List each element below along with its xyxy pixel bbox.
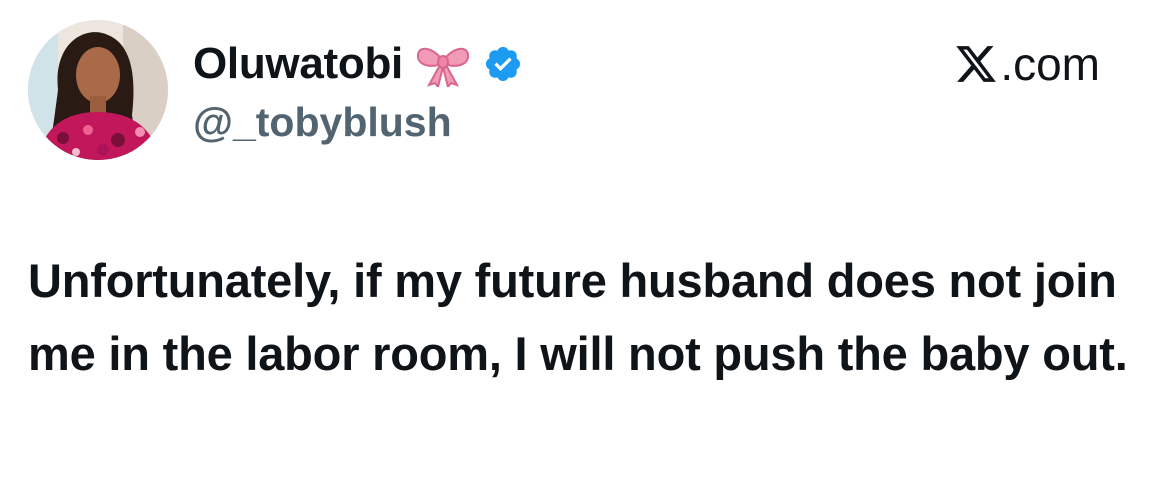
author-display-name[interactable]: Oluwatobi xyxy=(193,36,403,92)
author-name-row: Oluwatobi xyxy=(193,32,523,96)
verified-badge-icon[interactable] xyxy=(483,44,523,84)
x-logo-icon xyxy=(954,42,998,86)
platform-domain-text: .com xyxy=(1000,38,1100,90)
author-handle[interactable]: @_tobyblush xyxy=(193,96,452,148)
tweet-card: Oluwatobi @_tobyblush .com Unfortunately… xyxy=(0,0,1170,491)
ribbon-bow-icon xyxy=(415,41,471,87)
tweet-text: Unfortunately, if my future husband does… xyxy=(28,254,1128,380)
platform-mark: .com xyxy=(954,32,1100,96)
avatar-image xyxy=(28,20,168,160)
avatar[interactable] xyxy=(28,20,168,160)
